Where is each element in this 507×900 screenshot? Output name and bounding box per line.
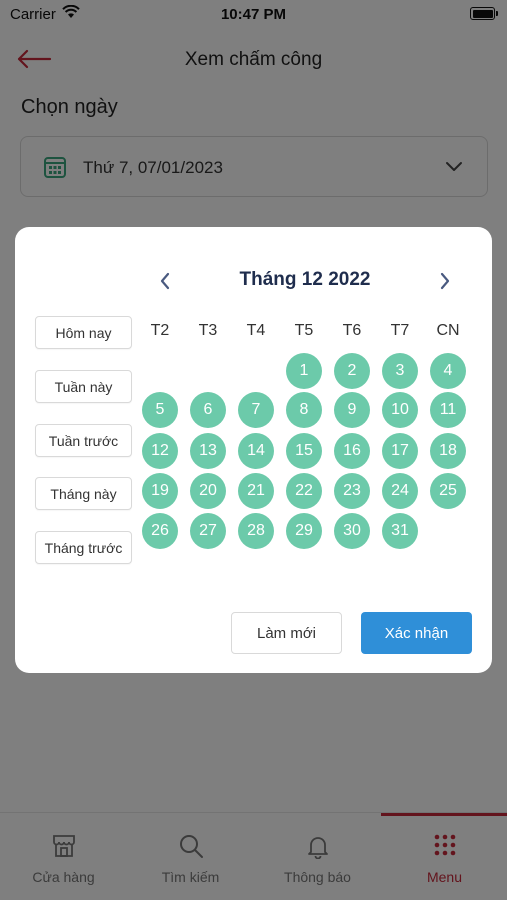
calendar-day[interactable]: 13 [190, 433, 226, 469]
calendar-day[interactable]: 22 [286, 473, 322, 509]
weekday-label: T6 [342, 322, 362, 339]
calendar-day[interactable]: 28 [238, 513, 274, 549]
calendar-day[interactable]: 31 [382, 513, 418, 549]
calendar-day[interactable]: 11 [430, 392, 466, 428]
next-month-button[interactable] [433, 267, 457, 295]
quick-range-this-month[interactable]: Tháng này [35, 477, 132, 510]
calendar-day[interactable]: 4 [430, 353, 466, 389]
calendar-day[interactable]: 1 [286, 353, 322, 389]
chevron-left-icon [160, 272, 170, 290]
weekday-label: T4 [246, 322, 266, 339]
quick-range-last-month[interactable]: Tháng trước [35, 531, 132, 564]
calendar-day[interactable]: 25 [430, 473, 466, 509]
calendar-day[interactable]: 5 [142, 392, 178, 428]
quick-range-last-week[interactable]: Tuần trước [35, 424, 132, 457]
calendar-day[interactable]: 26 [142, 513, 178, 549]
chevron-right-icon [440, 272, 450, 290]
calendar-day[interactable]: 2 [334, 353, 370, 389]
quick-range-this-week[interactable]: Tuần này [35, 370, 132, 403]
calendar-day[interactable]: 23 [334, 473, 370, 509]
calendar-day[interactable]: 21 [238, 473, 274, 509]
calendar-day[interactable]: 9 [334, 392, 370, 428]
calendar-day[interactable]: 24 [382, 473, 418, 509]
weekday-label: T7 [390, 322, 410, 339]
calendar-day[interactable]: 20 [190, 473, 226, 509]
calendar-day[interactable]: 16 [334, 433, 370, 469]
calendar-day[interactable]: 12 [142, 433, 178, 469]
reset-button[interactable]: Làm mới [231, 612, 342, 654]
weekday-label: T2 [150, 322, 170, 339]
quick-range-today[interactable]: Hôm nay [35, 316, 132, 349]
prev-month-button[interactable] [153, 267, 177, 295]
calendar-day[interactable]: 29 [286, 513, 322, 549]
calendar-day[interactable]: 27 [190, 513, 226, 549]
calendar-day[interactable]: 6 [190, 392, 226, 428]
calendar-day[interactable]: 18 [430, 433, 466, 469]
calendar-day[interactable]: 10 [382, 392, 418, 428]
calendar-day[interactable]: 3 [382, 353, 418, 389]
calendar-day[interactable]: 17 [382, 433, 418, 469]
weekday-label: T5 [294, 322, 314, 339]
calendar-day[interactable]: 14 [238, 433, 274, 469]
calendar-month-title: Tháng 12 2022 [239, 269, 371, 290]
calendar-day[interactable]: 19 [142, 473, 178, 509]
weekday-label: CN [436, 322, 460, 339]
confirm-button[interactable]: Xác nhận [361, 612, 472, 654]
date-range-dialog: Tháng 12 2022 Hôm nay Tuần này Tuần trướ… [15, 227, 492, 673]
weekday-label: T3 [198, 322, 218, 339]
calendar-day[interactable]: 15 [286, 433, 322, 469]
calendar-day[interactable]: 8 [286, 392, 322, 428]
calendar-day[interactable]: 30 [334, 513, 370, 549]
calendar-day[interactable]: 7 [238, 392, 274, 428]
